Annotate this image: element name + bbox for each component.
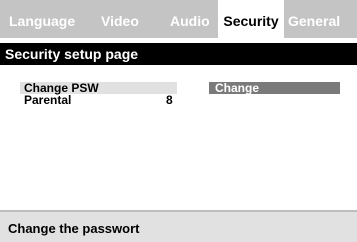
setting-value: 8 (166, 93, 173, 107)
tab-general[interactable]: General (288, 0, 340, 38)
tab-audio[interactable]: Audio (170, 0, 210, 38)
tab-video[interactable]: Video (101, 0, 139, 38)
tab-bar: Language Video Audio Security General (0, 0, 357, 38)
status-bar: Change the passwort (0, 210, 357, 242)
settings-panel: Change PSW Parental 8 Change (0, 65, 357, 210)
change-option[interactable]: Change (209, 82, 340, 94)
setting-label: Parental (24, 93, 72, 107)
tab-language[interactable]: Language (9, 0, 75, 38)
tab-security[interactable]: Security (218, 0, 284, 38)
page-title: Security setup page (0, 43, 357, 65)
